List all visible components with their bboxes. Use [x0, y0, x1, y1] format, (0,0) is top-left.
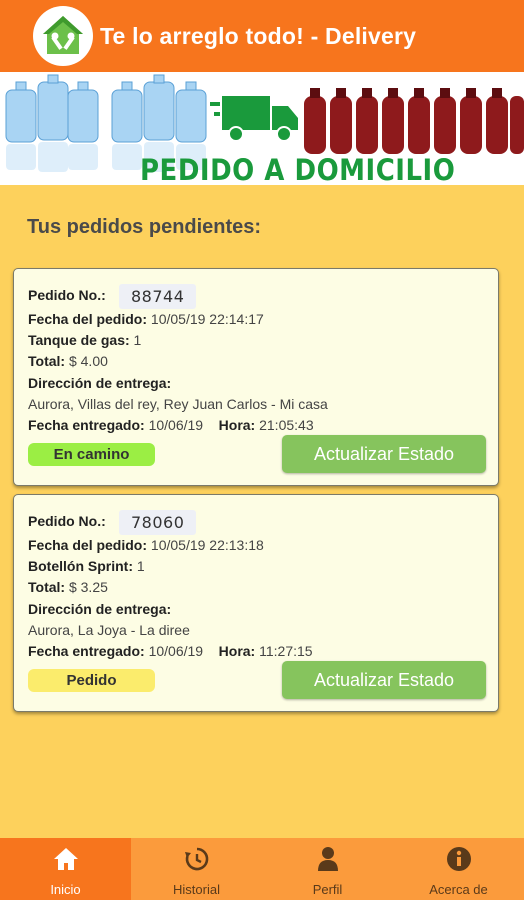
nav-item-inicio[interactable]: Inicio	[0, 838, 131, 900]
app-title: Te lo arreglo todo! - Delivery	[100, 22, 417, 49]
nav-item-perfil[interactable]: Perfil	[262, 838, 393, 900]
delivery-row: Fecha entregado: 10/06/19 Hora: 11:27:15	[28, 643, 313, 659]
delivery-row: Fecha entregado: 10/06/19 Hora: 21:05:43	[28, 417, 314, 433]
order-number-row: Pedido No.:	[28, 513, 106, 529]
nav-label: Inicio	[50, 882, 81, 897]
update-status-button[interactable]: Actualizar Estado	[282, 661, 486, 699]
water-bottle-icon	[5, 74, 207, 143]
nav-label: Acerca de	[429, 882, 488, 897]
status-badge: Pedido	[28, 669, 155, 692]
delivered-date: 10/06/19	[148, 417, 204, 433]
truck-icon	[210, 96, 298, 142]
bottom-nav: Inicio Historial Perfil Acerca de	[0, 838, 524, 900]
product-qty: 1	[136, 558, 145, 574]
total-row: Total: $ 3.25	[28, 579, 108, 595]
order-number: 88744	[119, 284, 197, 309]
order-number-label: Pedido No.:	[28, 513, 106, 529]
order-date-label: Fecha del pedido:	[28, 537, 148, 553]
address-label-row: Dirección de entrega:	[28, 601, 171, 617]
app-bar: Te lo arreglo todo! - Delivery	[0, 0, 524, 72]
info-icon	[446, 846, 472, 872]
total-label: Total:	[28, 353, 66, 369]
nav-item-historial[interactable]: Historial	[131, 838, 262, 900]
home-icon	[53, 846, 79, 872]
nav-label: Perfil	[312, 882, 343, 897]
order-date-row: Fecha del pedido: 10/05/19 22:14:17	[28, 311, 264, 327]
delivered-date-label: Fecha entregado:	[28, 643, 145, 659]
order-date: 10/05/19 22:13:18	[150, 537, 264, 553]
order-date-row: Fecha del pedido: 10/05/19 22:13:18	[28, 537, 264, 553]
address-label: Dirección de entrega:	[28, 375, 172, 391]
total-label: Total:	[28, 579, 66, 595]
total-value: $ 4.00	[68, 353, 108, 369]
order-number-row: Pedido No.:	[28, 287, 106, 303]
hour-value: 21:05:43	[259, 417, 314, 433]
status-badge: En camino	[28, 443, 155, 466]
total-row: Total: $ 4.00	[28, 353, 108, 369]
product-row: Tanque de gas: 1	[28, 332, 141, 348]
address-row: Aurora, La Joya - La diree	[28, 622, 190, 638]
hour-label: Hora:	[218, 643, 256, 659]
hour-value: 11:27:15	[259, 643, 313, 659]
address-label-row: Dirección de entrega:	[28, 375, 171, 391]
address-value: Aurora, Villas del rey, Rey Juan Carlos …	[28, 396, 328, 412]
nav-item-acerca[interactable]: Acerca de	[393, 838, 524, 900]
update-status-button[interactable]: Actualizar Estado	[282, 435, 486, 473]
section-title: Tus pedidos pendientes:	[27, 216, 262, 238]
banner-title: PEDIDO A DOMICILIO	[140, 154, 456, 185]
person-icon	[315, 846, 341, 872]
address-value: Aurora, La Joya - La diree	[28, 622, 190, 638]
nav-label: Historial	[173, 882, 220, 897]
product-label: Tanque de gas:	[28, 332, 130, 348]
gas-cylinder-icon	[304, 96, 524, 154]
app-logo	[33, 6, 93, 66]
order-card[interactable]: Pedido No.: 88744 Fecha del pedido: 10/0…	[13, 268, 499, 486]
house-tools-icon	[43, 16, 83, 54]
history-icon	[184, 846, 210, 872]
product-row: Botellón Sprint: 1	[28, 558, 145, 574]
product-label: Botellón Sprint:	[28, 558, 133, 574]
order-number: 78060	[119, 510, 197, 535]
delivered-date-label: Fecha entregado:	[28, 417, 145, 433]
order-date: 10/05/19 22:14:17	[150, 311, 264, 327]
order-date-label: Fecha del pedido:	[28, 311, 148, 327]
address-label: Dirección de entrega:	[28, 601, 172, 617]
address-row: Aurora, Villas del rey, Rey Juan Carlos …	[28, 396, 328, 412]
order-number-label: Pedido No.:	[28, 287, 106, 303]
delivered-date: 10/06/19	[148, 643, 204, 659]
total-value: $ 3.25	[68, 579, 108, 595]
hour-label: Hora:	[218, 417, 256, 433]
product-qty: 1	[133, 332, 142, 348]
order-card[interactable]: Pedido No.: 78060 Fecha del pedido: 10/0…	[13, 494, 499, 712]
delivery-banner: PEDIDO A DOMICILIO	[0, 72, 524, 185]
